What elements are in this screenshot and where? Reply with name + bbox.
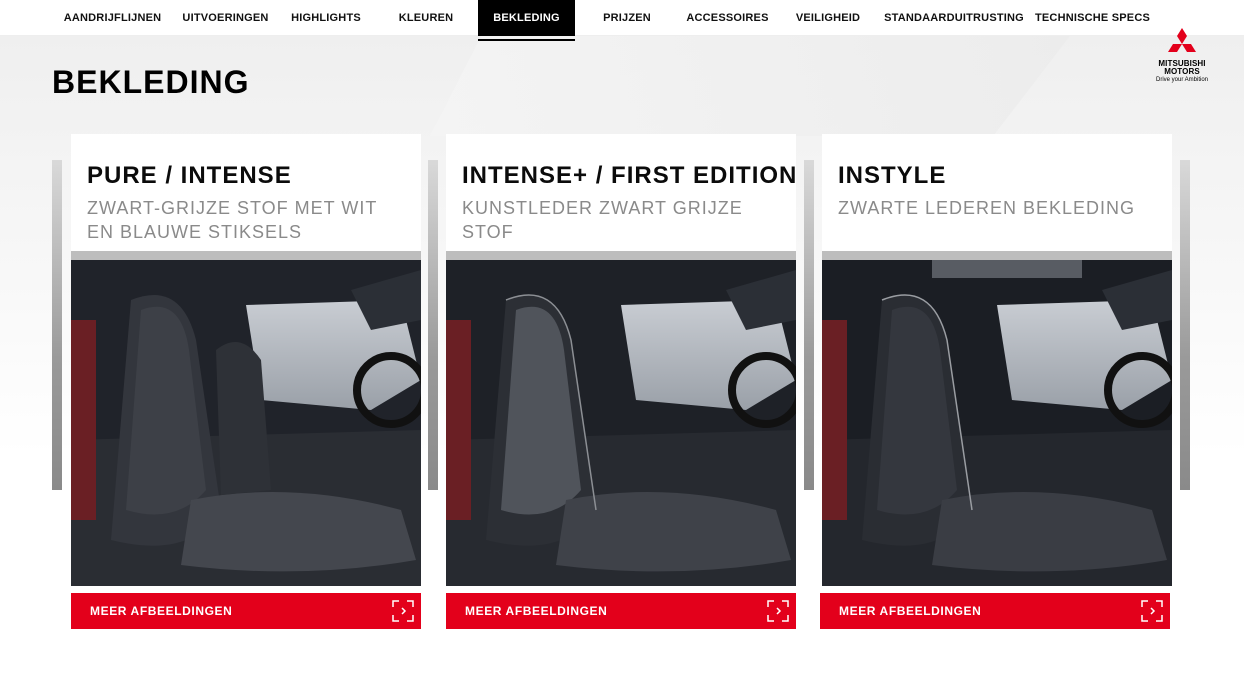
page-title: BEKLEDING — [52, 64, 250, 100]
nav-item-bekleding[interactable]: BEKLEDING — [478, 0, 575, 41]
card-header: PURE / INTENSE ZWART-GRIJZE STOF MET WIT… — [71, 134, 421, 251]
nav-item-kleuren[interactable]: KLEUREN — [378, 0, 474, 36]
logo-brand-line2: MOTORS — [1164, 67, 1200, 76]
upholstery-card-intense-plus: INTENSE+ / FIRST EDITION KUNSTLEDER ZWAR… — [446, 134, 796, 586]
interior-photo — [446, 260, 796, 586]
card-divider — [446, 251, 796, 260]
more-images-button[interactable]: MEER AFBEELDINGEN — [820, 593, 1170, 629]
more-images-label: MEER AFBEELDINGEN — [465, 604, 608, 618]
interior-photo — [822, 260, 1172, 586]
card-header: INTENSE+ / FIRST EDITION KUNSTLEDER ZWAR… — [446, 134, 796, 251]
mitsubishi-logo[interactable]: MITSUBISHI MOTORS Drive your Ambition — [1146, 28, 1218, 92]
more-images-button[interactable]: MEER AFBEELDINGEN — [71, 593, 421, 629]
nav-item-accessoires[interactable]: ACCESSOIRES — [680, 0, 775, 36]
nav-item-veiligheid[interactable]: VEILIGHEID — [782, 0, 874, 36]
card-side-bar — [428, 160, 438, 490]
card-divider — [822, 251, 1172, 260]
upholstery-card-pure-intense: PURE / INTENSE ZWART-GRIJZE STOF MET WIT… — [71, 134, 421, 586]
expand-icon — [1141, 600, 1163, 622]
expand-icon — [392, 600, 414, 622]
card-divider — [71, 251, 421, 260]
nav-item-highlights[interactable]: HIGHLIGHTS — [281, 0, 371, 36]
three-diamonds-icon — [1168, 28, 1196, 52]
nav-item-standaarduitrusting[interactable]: STANDAARDUITRUSTING — [882, 0, 1026, 36]
background-shape — [430, 36, 1070, 136]
card-subtitle: ZWART-GRIJZE STOF MET WIT EN BLAUWE STIK… — [87, 198, 377, 242]
nav-item-technische-specs[interactable]: TECHNISCHE SPECS — [1034, 0, 1151, 36]
card-subtitle: ZWARTE LEDEREN BEKLEDING — [838, 198, 1136, 218]
card-subtitle: KUNSTLEDER ZWART GRIJZE STOF — [462, 198, 743, 242]
card-side-bar — [52, 160, 62, 490]
card-title: PURE / INTENSE — [87, 162, 292, 189]
more-images-button[interactable]: MEER AFBEELDINGEN — [446, 593, 796, 629]
card-side-bar — [804, 160, 814, 490]
expand-icon — [767, 600, 789, 622]
upholstery-card-instyle: INSTYLE ZWARTE LEDEREN BEKLEDING — [822, 134, 1172, 586]
more-images-label: MEER AFBEELDINGEN — [90, 604, 233, 618]
more-images-label: MEER AFBEELDINGEN — [839, 604, 982, 618]
card-side-bar — [1180, 160, 1190, 490]
top-navigation: AANDRIJFLIJNEN UITVOERINGEN HIGHLIGHTS K… — [0, 0, 1244, 41]
nav-item-uitvoeringen[interactable]: UITVOERINGEN — [178, 0, 273, 36]
page: AANDRIJFLIJNEN UITVOERINGEN HIGHLIGHTS K… — [0, 0, 1244, 700]
card-title: INSTYLE — [838, 162, 947, 189]
nav-item-aandrijflijnen[interactable]: AANDRIJFLIJNEN — [55, 0, 170, 36]
nav-item-prijzen[interactable]: PRIJZEN — [580, 0, 674, 36]
logo-tagline: Drive your Ambition — [1155, 77, 1209, 83]
card-title: INTENSE+ / FIRST EDITION — [462, 162, 798, 189]
card-header: INSTYLE ZWARTE LEDEREN BEKLEDING — [822, 134, 1172, 251]
interior-photo — [71, 260, 421, 586]
